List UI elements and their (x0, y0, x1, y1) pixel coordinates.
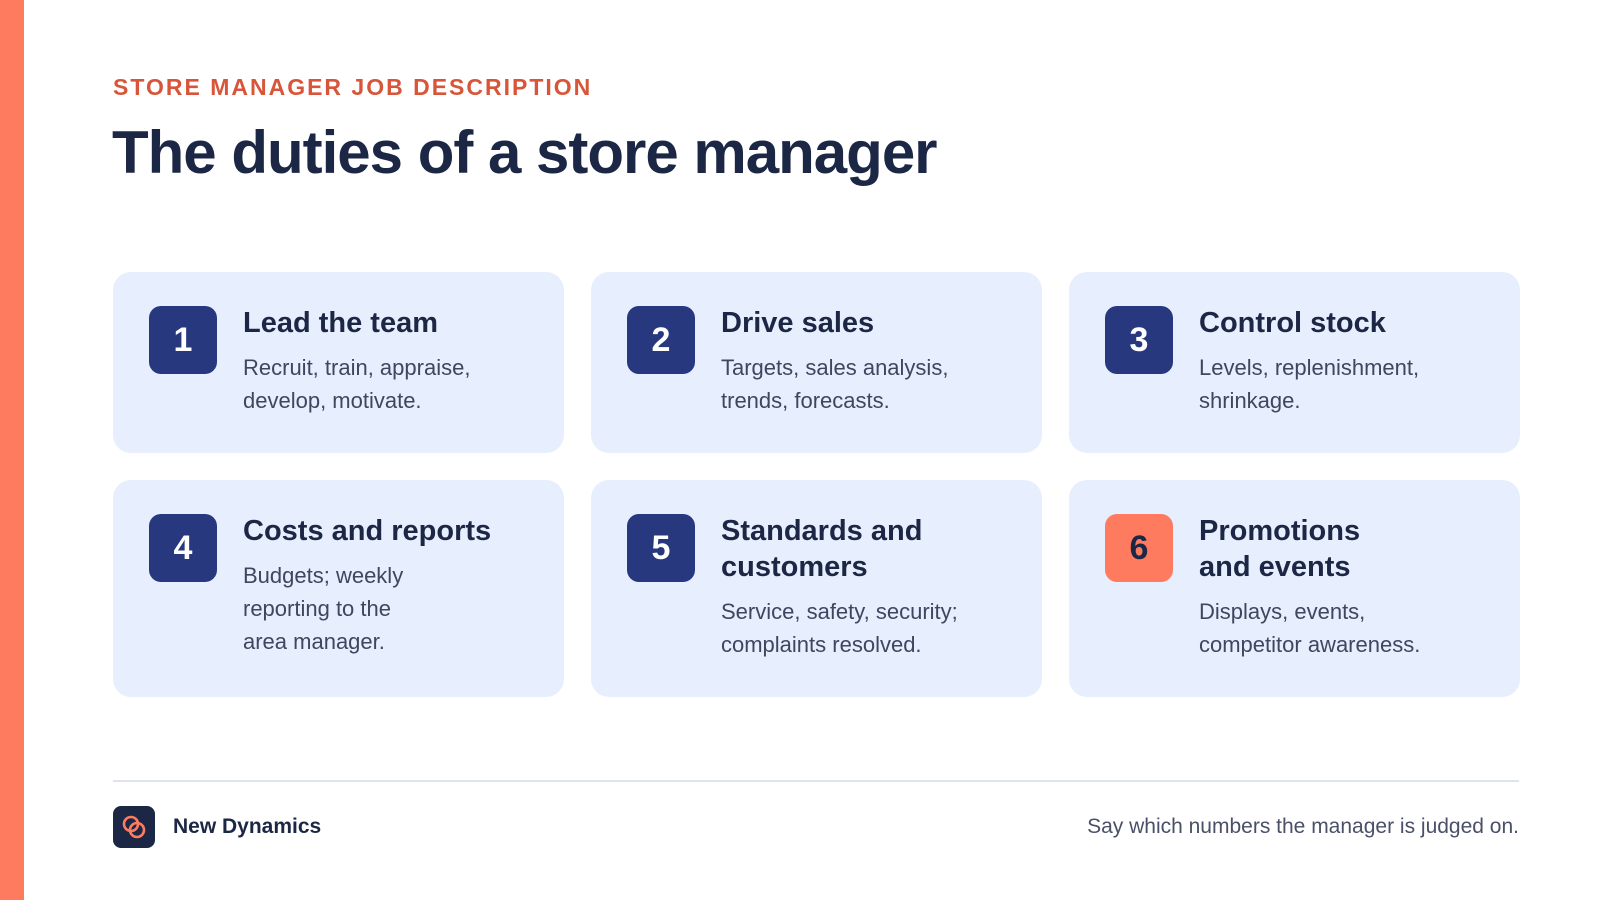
footer-note: Say which numbers the manager is judged … (1087, 815, 1519, 838)
number-badge-6: 6 (1105, 514, 1173, 582)
duty-title-5: Standards and customers (721, 515, 923, 583)
duty-card-5: 5 Standards and customers Service, safet… (591, 480, 1042, 697)
brand-logo (113, 806, 155, 848)
brand-name: New Dynamics (173, 815, 322, 838)
number-badge-4: 4 (149, 514, 217, 582)
duty-card-1: 1 Lead the team Recruit, train, appraise… (113, 272, 564, 453)
left-accent-bar (0, 0, 24, 900)
number-badge-5: 5 (627, 514, 695, 582)
duty-title-6: Promotions and events (1199, 515, 1361, 583)
footer-divider (113, 780, 1519, 782)
duties-grid: 1 Lead the team Recruit, train, appraise… (113, 272, 1520, 697)
duty-card-2: 2 Drive sales Targets, sales analysis, t… (591, 272, 1042, 453)
eyebrow-label: STORE MANAGER JOB DESCRIPTION (113, 74, 593, 100)
duty-card-6: 6 Promotions and events Displays, events… (1069, 480, 1520, 697)
duty-description-6: Displays, events, competitor awareness. (1199, 599, 1421, 657)
duty-card-4: 4 Costs and reports Budgets; weekly repo… (113, 480, 564, 697)
duty-title-1: Lead the team (243, 307, 438, 339)
duty-description-1: Recruit, train, appraise, develop, motiv… (243, 355, 471, 413)
number-badge-1: 1 (149, 306, 217, 374)
number-badge-2: 2 (627, 306, 695, 374)
duty-description-3: Levels, replenishment, shrinkage. (1199, 355, 1420, 413)
duty-description-5: Service, safety, security; complaints re… (721, 599, 958, 657)
duty-title-3: Control stock (1199, 307, 1386, 339)
page-title: The duties of a store manager (112, 119, 938, 186)
duty-card-3: 3 Control stock Levels, replenishment, s… (1069, 272, 1520, 453)
duty-description-4: Budgets; weekly reporting to the area ma… (243, 563, 404, 654)
number-badge-3: 3 (1105, 306, 1173, 374)
linked-rings-icon (122, 815, 146, 839)
duty-title-2: Drive sales (721, 307, 875, 339)
duty-description-2: Targets, sales analysis, trends, forecas… (721, 355, 949, 413)
duty-title-4: Costs and reports (243, 515, 492, 547)
